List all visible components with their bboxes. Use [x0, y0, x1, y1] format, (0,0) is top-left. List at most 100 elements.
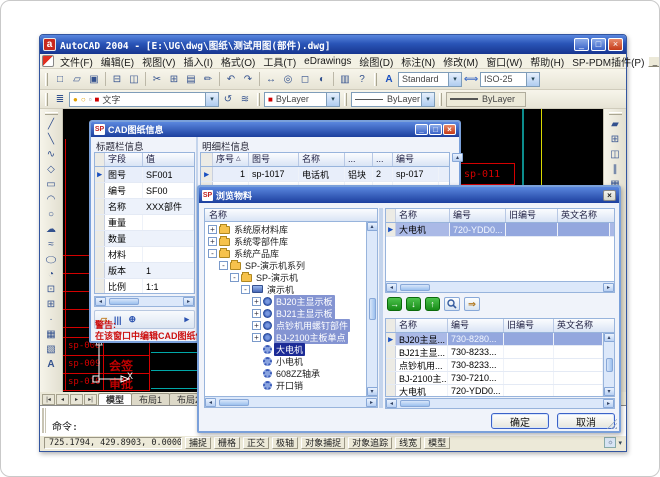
collapse-icon[interactable]: - — [219, 261, 228, 270]
table-row[interactable]: 点钞机用... 730-8233... — [386, 359, 614, 372]
dim-style-icon[interactable]: ⟺ — [463, 72, 479, 87]
scroll-thumb[interactable] — [400, 284, 430, 291]
column-header[interactable]: 旧编号 — [504, 319, 554, 332]
tree-item[interactable]: 小电机 — [205, 355, 366, 367]
table-row[interactable]: 大电机 720-YDD0... — [386, 385, 614, 397]
grid-toggle[interactable]: 栅格 — [214, 437, 240, 449]
column-header[interactable]: 名称 — [396, 209, 450, 222]
scroll-up-icon[interactable]: ▴ — [452, 153, 463, 162]
toolbar-grip[interactable] — [374, 73, 377, 86]
tree-item[interactable]: +点钞机用螺钉部件 — [205, 319, 366, 331]
menu-window[interactable]: 窗口(W) — [482, 54, 526, 69]
region-icon[interactable]: ▧ — [43, 342, 60, 357]
expand-icon[interactable]: + — [208, 237, 217, 246]
add-right-icon[interactable]: → — [387, 297, 402, 311]
ellipse-icon[interactable]: ◯ — [43, 254, 60, 265]
scroll-left-icon[interactable]: ◂ — [205, 398, 216, 407]
tab-nav-next-icon[interactable]: ▸ — [70, 394, 83, 405]
tab-nav-prev-icon[interactable]: ◂ — [56, 394, 69, 405]
material-tree[interactable]: +系统原材料库 +系统零部件库 -系统产品库 -SP-演示机系列 -SP-演示机… — [205, 222, 366, 396]
ellipse-arc-icon[interactable]: ◔ — [43, 267, 60, 282]
toolbar-grip[interactable] — [609, 112, 622, 115]
zoom-realtime-icon[interactable]: ◎ — [280, 72, 296, 87]
scroll-thumb[interactable] — [109, 298, 139, 305]
toolbar-grip[interactable] — [45, 73, 48, 86]
snap-toggle[interactable]: 捕捉 — [185, 437, 211, 449]
line-icon[interactable]: ╱ — [43, 117, 60, 132]
insert-block-icon[interactable]: ⊡ — [43, 282, 60, 297]
table-row[interactable]: 版本 1 — [95, 263, 194, 279]
scroll-left-icon[interactable]: ◂ — [95, 297, 106, 306]
tab-nav-first-icon[interactable]: |◂ — [42, 394, 55, 405]
column-header[interactable]: 编号 — [393, 153, 439, 166]
resize-grip[interactable] — [607, 419, 617, 429]
splitter[interactable] — [379, 208, 383, 408]
column-header[interactable]: 值 — [143, 153, 194, 166]
polar-toggle[interactable]: 极轴 — [272, 437, 298, 449]
tree-item[interactable]: 开口销 — [205, 379, 366, 391]
tree-item[interactable]: -演示机 — [205, 283, 366, 295]
scroll-right-icon[interactable]: ▸ — [603, 283, 614, 292]
scroll-left-icon[interactable]: ◂ — [386, 283, 397, 292]
tree-item[interactable]: -系统产品库 — [205, 247, 366, 259]
status-menu-icon[interactable]: ▾ — [618, 439, 622, 447]
menu-tools[interactable]: 工具(T) — [259, 54, 300, 69]
table-row[interactable]: 编号 SF00 — [95, 183, 194, 199]
scroll-thumb[interactable] — [369, 298, 376, 320]
expand-icon[interactable]: + — [252, 297, 261, 306]
column-header[interactable]: 名称 — [299, 153, 345, 166]
menu-sp-pdm-plugin[interactable]: SP-PDM插件(P) — [568, 54, 648, 69]
chevron-down-icon[interactable]: ▾ — [526, 73, 539, 86]
tree-header[interactable]: 名称 — [205, 209, 377, 222]
dialog-minimize-button[interactable]: _ — [415, 124, 428, 135]
lineweight-toggle[interactable]: 线宽 — [395, 437, 421, 449]
table-row[interactable]: 比例 1:1 — [95, 279, 194, 294]
undo-icon[interactable]: ↶ — [223, 72, 239, 87]
rectangle-icon[interactable]: ▭ — [43, 177, 60, 192]
ortho-toggle[interactable]: 正交 — [243, 437, 269, 449]
scroll-thumb[interactable] — [606, 358, 613, 372]
paste-icon[interactable]: ▤ — [183, 72, 199, 87]
menu-file[interactable]: 文件(F) — [56, 54, 97, 69]
menu-dimension[interactable]: 标注(N) — [397, 54, 439, 69]
design-center-icon[interactable]: ▥ — [337, 72, 353, 87]
model-toggle[interactable]: 模型 — [424, 437, 450, 449]
collapse-icon[interactable]: - — [230, 273, 239, 282]
color-combo[interactable]: ■ ByLayer ▾ — [264, 92, 340, 107]
circle-icon[interactable]: ○ — [43, 207, 60, 222]
column-header[interactable]: 英文名称 — [558, 209, 610, 222]
revision-cloud-icon[interactable]: ☁ — [43, 222, 60, 237]
toolbar-grip[interactable] — [439, 93, 442, 106]
dim-style-combo[interactable]: ISO-25 ▾ — [480, 72, 540, 87]
ok-button[interactable]: 确定 — [491, 413, 549, 429]
tree-item[interactable]: +系统零部件库 — [205, 235, 366, 247]
browse-dialog-title-bar[interactable]: SP 浏览物料 × — [199, 187, 619, 203]
new-icon[interactable]: □ — [52, 72, 68, 87]
menu-draw[interactable]: 绘图(D) — [355, 54, 397, 69]
table-row[interactable]: ▸ 大电机 720-YDD0... — [386, 223, 614, 237]
collapse-icon[interactable]: - — [241, 285, 250, 294]
column-header[interactable]: 旧编号 — [506, 209, 558, 222]
point-icon[interactable]: · — [43, 312, 60, 327]
close-button[interactable]: × — [608, 38, 623, 51]
scroll-right-icon[interactable]: ▸ — [183, 297, 194, 306]
expand-icon[interactable]: + — [252, 333, 261, 342]
horizontal-scrollbar[interactable]: ◂ ▸ — [94, 296, 195, 307]
tab-nav-last-icon[interactable]: ▸| — [84, 394, 97, 405]
scroll-thumb[interactable] — [219, 399, 249, 406]
vertical-scrollbar[interactable]: ▴ ▾ — [603, 333, 614, 396]
menu-format[interactable]: 格式(O) — [217, 54, 259, 69]
vertical-scrollbar[interactable]: ▴ ▾ — [366, 222, 377, 396]
construction-line-icon[interactable]: ╲ — [43, 132, 60, 147]
layer-previous-icon[interactable]: ↺ — [220, 92, 236, 107]
save-icon[interactable]: ▣ — [86, 72, 102, 87]
scroll-down-icon[interactable]: ▾ — [604, 387, 615, 396]
tree-item[interactable]: +BJ21主显示板 — [205, 307, 366, 319]
menu-edit[interactable]: 编辑(E) — [97, 54, 138, 69]
expand-icon[interactable]: + — [252, 309, 261, 318]
move-up-icon[interactable]: ↑ — [425, 297, 440, 311]
text-style-combo[interactable]: Standard ▾ — [398, 72, 462, 87]
toolbar-grip[interactable] — [257, 93, 260, 106]
table-row[interactable]: ▸ 1 sp-1017 电话机 铝块 2 sp-017 — [201, 167, 449, 182]
column-header[interactable]: 编号 — [450, 209, 506, 222]
